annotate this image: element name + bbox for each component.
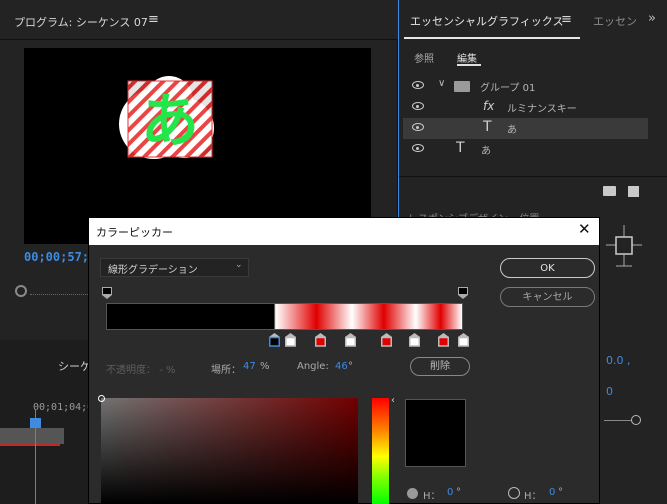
text-icon: T <box>483 119 492 135</box>
timeline-playhead-handle[interactable] <box>30 418 41 428</box>
cancel-button[interactable]: キャンセル <box>500 287 595 307</box>
timeline-clip[interactable] <box>0 428 64 444</box>
ok-button[interactable]: OK <box>500 258 595 278</box>
timeline-ruler-time: 00;01;04;0 <box>33 402 94 413</box>
dialog-title: カラーピッカー <box>96 226 173 239</box>
program-timecode[interactable]: 00;00;57;2 <box>24 250 96 264</box>
fx-icon: fx <box>483 99 495 113</box>
hue-slider-caret-icon[interactable]: ‹ <box>391 395 395 406</box>
active-tab-underline <box>404 37 580 39</box>
stop-opacity-label: 不透明度： - % <box>106 365 176 376</box>
eye-icon[interactable] <box>412 144 424 152</box>
layer-label: あ <box>507 125 517 136</box>
new-layer-icon[interactable] <box>628 186 639 197</box>
opacity-stop[interactable] <box>458 287 468 299</box>
hue-value[interactable]: 0 <box>549 487 555 498</box>
color-stop[interactable] <box>315 333 326 347</box>
tab-essential-graphics[interactable]: エッセンシャルグラフィックス <box>410 13 563 29</box>
layer-label: グループ 01 <box>480 83 536 94</box>
color-stop[interactable] <box>438 333 449 347</box>
angle-value[interactable]: 46 <box>335 361 348 372</box>
layer-row[interactable]: ∨ グループ 01 <box>403 76 648 97</box>
text-icon: T <box>456 140 465 156</box>
subtab-browse[interactable]: 参照 <box>414 50 434 65</box>
scrub-bar[interactable] <box>30 292 90 295</box>
stop-location-label: 場所： <box>211 365 241 376</box>
color-stop[interactable] <box>409 333 420 347</box>
panel-menu-icon[interactable]: ≡ <box>148 12 159 27</box>
tab-essential-sound[interactable]: エッセン <box>593 13 637 29</box>
playhead-marker-icon[interactable] <box>15 285 27 297</box>
rotation-value[interactable]: 0 <box>606 385 613 398</box>
layer-row[interactable]: fx ルミナンスキー <box>403 97 648 118</box>
hsb-mode-radio[interactable] <box>407 488 418 499</box>
eye-icon[interactable] <box>412 102 424 110</box>
hsl-mode-radio[interactable] <box>508 487 520 499</box>
saturation-brightness-overlay <box>101 398 358 504</box>
graphic-preview: あ <box>119 76 214 159</box>
active-subtab-underline <box>457 64 481 66</box>
color-stop[interactable] <box>285 333 296 347</box>
stop-location-value[interactable]: 47 <box>243 361 256 372</box>
gradient-preview-bar[interactable] <box>106 303 463 330</box>
eye-icon[interactable] <box>412 81 424 89</box>
folder-icon <box>454 81 470 92</box>
stop-location-unit: % <box>260 361 270 372</box>
hue-unit: ° <box>456 487 461 498</box>
more-panels-icon[interactable]: » <box>648 11 656 26</box>
divider <box>399 176 667 177</box>
hue-label: H： <box>423 491 441 502</box>
chevron-down-icon[interactable]: ∨ <box>438 78 445 89</box>
eye-icon[interactable] <box>412 123 424 131</box>
color-stop[interactable] <box>381 333 392 347</box>
color-preview-swatch <box>405 399 466 467</box>
panel-menu-icon[interactable]: ≡ <box>561 12 572 27</box>
fill-type-value: 線形グラデーション <box>108 265 198 276</box>
color-stop[interactable] <box>269 333 280 347</box>
opacity-slider-knob[interactable] <box>631 415 641 425</box>
angle-label: Angle: <box>297 361 329 372</box>
color-stop[interactable] <box>458 333 469 347</box>
layer-label: あ <box>481 146 491 157</box>
hue-value[interactable]: 0 <box>447 487 453 498</box>
close-icon[interactable]: ✕ <box>578 220 591 238</box>
delete-stop-button[interactable]: 削除 <box>410 357 470 376</box>
color-stop[interactable] <box>345 333 356 347</box>
new-group-icon[interactable] <box>603 186 616 196</box>
align-anchor-widget[interactable] <box>604 223 644 268</box>
layer-row[interactable]: T あ <box>403 118 648 139</box>
timeline-render-bar <box>0 443 60 446</box>
hue-label: H： <box>524 491 542 502</box>
program-monitor-title[interactable]: プログラム: シーケンス 07 <box>14 14 148 30</box>
color-field-handle[interactable] <box>98 395 105 402</box>
hue-unit: ° <box>558 487 563 498</box>
position-value[interactable]: 0.0 , <box>606 354 631 367</box>
subtab-edit[interactable]: 編集 <box>457 50 477 65</box>
angle-unit: ° <box>348 361 353 372</box>
hue-slider[interactable] <box>372 398 389 504</box>
chevron-down-icon: ⌄ <box>235 260 243 270</box>
program-preview-canvas[interactable]: あ <box>24 48 371 244</box>
layer-label: ルミナンスキー <box>507 104 577 115</box>
opacity-stop[interactable] <box>102 287 112 299</box>
timeline-sequence-tab[interactable]: シーケ <box>58 358 91 374</box>
layer-row[interactable]: T あ <box>403 139 648 160</box>
graphic-text: あ <box>141 87 199 155</box>
